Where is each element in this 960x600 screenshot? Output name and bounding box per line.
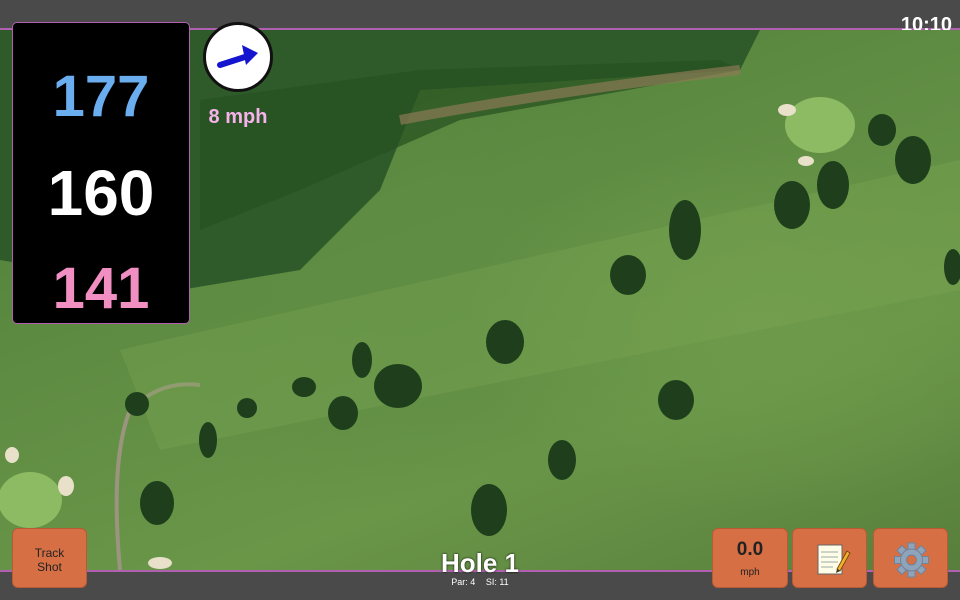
wind-speed: 8 mph — [208, 106, 268, 128]
notes-button[interactable] — [792, 528, 867, 588]
speed-unit: mph — [740, 567, 760, 578]
notepad-icon — [817, 544, 851, 575]
wind-arrow-icon — [217, 45, 258, 68]
green-left — [0, 472, 62, 528]
speed-button[interactable]: 0.0 mph — [712, 528, 788, 588]
track-shot-label-line2: Shot — [37, 560, 62, 574]
gear-icon — [894, 542, 929, 578]
wind-indicator — [203, 22, 273, 92]
hole-par: Par: 4 — [451, 577, 476, 587]
hole-stroke-index: SI: 11 — [485, 577, 509, 587]
green-top — [785, 97, 855, 153]
track-shot-button[interactable]: Track Shot — [12, 528, 87, 588]
speed-value: 0.0 — [736, 539, 764, 560]
distance-back: 177 — [52, 64, 150, 129]
bunker — [148, 557, 172, 569]
track-shot-label-line1: Track — [34, 546, 65, 560]
distance-middle: 160 — [47, 157, 155, 229]
settings-button[interactable] — [873, 528, 948, 588]
bunker — [798, 156, 814, 166]
distance-panel: 177 160 141 — [12, 22, 190, 324]
distance-front: 141 — [52, 256, 150, 321]
hole-info: Par: 4 SI: 11 — [380, 577, 580, 587]
hole-title: Hole 1 — [440, 548, 520, 578]
bunker — [778, 104, 796, 116]
bunker — [58, 476, 74, 496]
bunker — [5, 447, 19, 463]
